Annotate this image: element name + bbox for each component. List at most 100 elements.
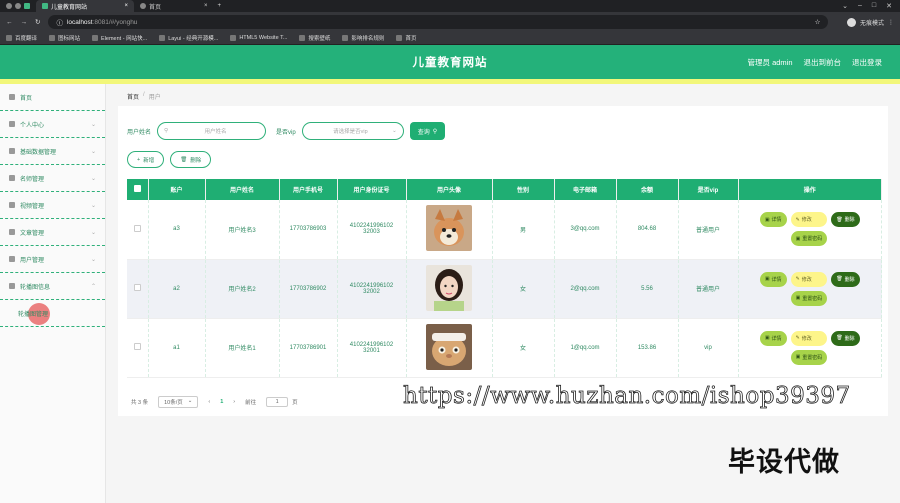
bookmark[interactable]: 搜索壁纸 <box>299 34 330 42</box>
tab-favicon <box>15 3 21 9</box>
back-to-front-link[interactable]: 退出到前台 <box>804 57 842 68</box>
trash-icon: 🗑 <box>180 156 188 163</box>
name-label: 用户姓名 <box>127 129 152 136</box>
browser-tab[interactable]: 首页 × <box>134 0 214 12</box>
key-icon: ▣ <box>795 295 801 301</box>
sidebar-item-videos[interactable]: 视频管理 ⌄ <box>0 192 105 219</box>
chevron-down-icon: ⌄ <box>392 128 397 134</box>
sidebar-item-teachers[interactable]: 名师管理 ⌄ <box>0 165 105 192</box>
cell-phone: 17703786902 <box>279 259 338 319</box>
bookmark[interactable]: HTML5 Website T... <box>230 35 287 41</box>
breadcrumb-home[interactable]: 首页 <box>127 92 139 101</box>
search-button[interactable]: 查询 ⚲ <box>409 122 446 140</box>
row-checkbox[interactable] <box>127 200 149 260</box>
next-page-button[interactable]: › <box>233 399 235 405</box>
chevron-down-icon: ⌄ <box>90 148 96 155</box>
detail-button[interactable]: ▣ 详情 <box>759 271 787 287</box>
sidebar-item-base-data[interactable]: 基础数据管理 ⌄ <box>0 138 105 165</box>
row-checkbox[interactable] <box>127 259 149 319</box>
goto-page-input[interactable]: 1 <box>266 397 289 407</box>
user-icon <box>9 121 15 127</box>
sidebar-item-carousel[interactable]: 轮播图信息 ⌃ <box>0 273 105 300</box>
col-balance: 余额 <box>616 179 679 200</box>
star-icon[interactable]: ☆ <box>815 18 821 26</box>
select-all-checkbox[interactable] <box>127 179 149 200</box>
edit-button[interactable]: ✎ 修改 <box>790 330 828 346</box>
col-phone: 用户手机号 <box>279 179 338 200</box>
search-form: 用户姓名 ⚲ 用户姓名 是否vip 请选择是否vip ⌄ 查询 ⚲ <box>127 122 446 140</box>
bookmark-icon <box>49 35 56 41</box>
bookmark[interactable]: Element - 网站快... <box>92 34 147 42</box>
sidebar-item-profile[interactable]: 个人中心 ⌄ <box>0 111 105 138</box>
action-buttons: + 新增 🗑 删除 <box>127 151 212 168</box>
bookmark[interactable]: 图标网站 <box>49 34 80 42</box>
menu-icon[interactable]: ⋮ <box>888 19 894 26</box>
name-placeholder: 用户姓名 <box>204 129 227 135</box>
reset-password-button[interactable]: ▣ 重置密码 <box>790 231 828 247</box>
name-search-input[interactable]: ⚲ 用户姓名 <box>157 122 267 140</box>
row-checkbox[interactable] <box>127 318 149 378</box>
sidebar: 首页 个人中心 ⌄ 基础数据管理 ⌄ 名师管理 ⌄ 视频管理 ⌄ 文章管理 ⌄ 用户管理 ⌄… <box>0 84 106 503</box>
chevron-down-icon: ⌄ <box>90 256 96 263</box>
bookmark[interactable]: 首页 <box>396 34 416 42</box>
checkbox[interactable] <box>133 185 141 192</box>
url-field[interactable]: ⓘ localhost:8081/#/yonghu ☆ <box>48 15 829 29</box>
cell-gender: 男 <box>492 200 555 260</box>
bookmark-icon <box>230 35 237 41</box>
back-icon[interactable]: ← <box>6 19 13 26</box>
bookmark-icon <box>6 35 12 41</box>
forward-icon[interactable]: → <box>21 19 28 26</box>
add-button[interactable]: + 新增 <box>127 151 165 168</box>
detail-button[interactable]: ▣ 详情 <box>759 212 787 228</box>
cell-vip: 普通用户 <box>678 200 739 260</box>
row-delete-button[interactable]: 🗑 删除 <box>831 330 860 346</box>
page-size-select[interactable]: 10条/页 ⌄ <box>158 396 199 408</box>
browser-nav-icons <box>0 0 36 12</box>
info-icon: ⓘ <box>56 20 63 27</box>
promo-stamp: 毕设代做 <box>728 447 840 477</box>
cell-account: a3 <box>148 200 206 260</box>
logout-link[interactable]: 退出登录 <box>852 57 882 68</box>
maximize-icon[interactable]: □ <box>872 2 876 10</box>
detail-button[interactable]: ▣ 详情 <box>759 330 787 346</box>
new-tab-button[interactable]: + <box>214 3 226 9</box>
close-icon[interactable]: × <box>124 3 128 9</box>
vip-select[interactable]: 请选择是否vip ⌄ <box>301 122 404 140</box>
row-delete-button[interactable]: 🗑 删除 <box>831 212 860 228</box>
bookmarks-bar: 百度翻译 图标网站 Element - 网站快... Layui - 经典开源模… <box>0 32 900 45</box>
reset-password-button[interactable]: ▣ 重置密码 <box>790 290 828 306</box>
user-table: 账户 用户姓名 用户手机号 用户身份证号 用户头像 性别 电子邮箱 余额 是否v… <box>127 179 882 378</box>
sidebar-item-users[interactable]: 用户管理 ⌄ <box>0 246 105 273</box>
reload-icon[interactable]: ↻ <box>35 18 40 26</box>
col-vip: 是否vip <box>678 179 739 200</box>
close-icon[interactable]: × <box>204 3 208 9</box>
row-delete-button[interactable]: 🗑 删除 <box>831 271 860 287</box>
chevron-down-icon[interactable]: ⌄ <box>842 2 848 10</box>
prev-page-button[interactable]: ‹ <box>208 399 210 405</box>
globe-icon <box>140 3 146 9</box>
page-number[interactable]: 1 <box>220 399 223 405</box>
close-window-icon[interactable]: ✕ <box>886 2 892 10</box>
bookmark-icon <box>159 35 166 41</box>
minimize-icon[interactable]: – <box>858 2 862 10</box>
cell-email: 2@qq.com <box>554 259 617 319</box>
url-host: localhost <box>66 18 93 26</box>
sidebar-item-home[interactable]: 首页 <box>0 84 105 111</box>
reset-password-button[interactable]: ▣ 重置密码 <box>790 349 828 365</box>
profile-label: 无痕模式 <box>859 20 884 27</box>
bookmark[interactable]: 影响排名规则 <box>342 34 384 42</box>
bookmark[interactable]: Layui - 经典开源模... <box>159 34 218 42</box>
browser-tab-active[interactable]: 儿童教育网站 × <box>36 0 134 12</box>
checkbox[interactable] <box>133 224 141 232</box>
checkbox[interactable] <box>133 284 141 291</box>
sidebar-subitem-carousel-manage[interactable]: 轮播图管理 <box>0 300 105 327</box>
bookmark[interactable]: 百度翻译 <box>6 34 37 42</box>
url-path: :8081/#/yonghu <box>92 18 138 26</box>
bookmark-icon <box>396 35 403 41</box>
edit-button[interactable]: ✎ 修改 <box>790 271 828 287</box>
incognito-profile[interactable]: 无痕模式 ⋮ <box>846 17 894 27</box>
delete-button[interactable]: 🗑 删除 <box>170 151 212 168</box>
sidebar-item-articles[interactable]: 文章管理 ⌄ <box>0 219 105 246</box>
edit-button[interactable]: ✎ 修改 <box>790 212 828 228</box>
checkbox[interactable] <box>133 343 141 350</box>
